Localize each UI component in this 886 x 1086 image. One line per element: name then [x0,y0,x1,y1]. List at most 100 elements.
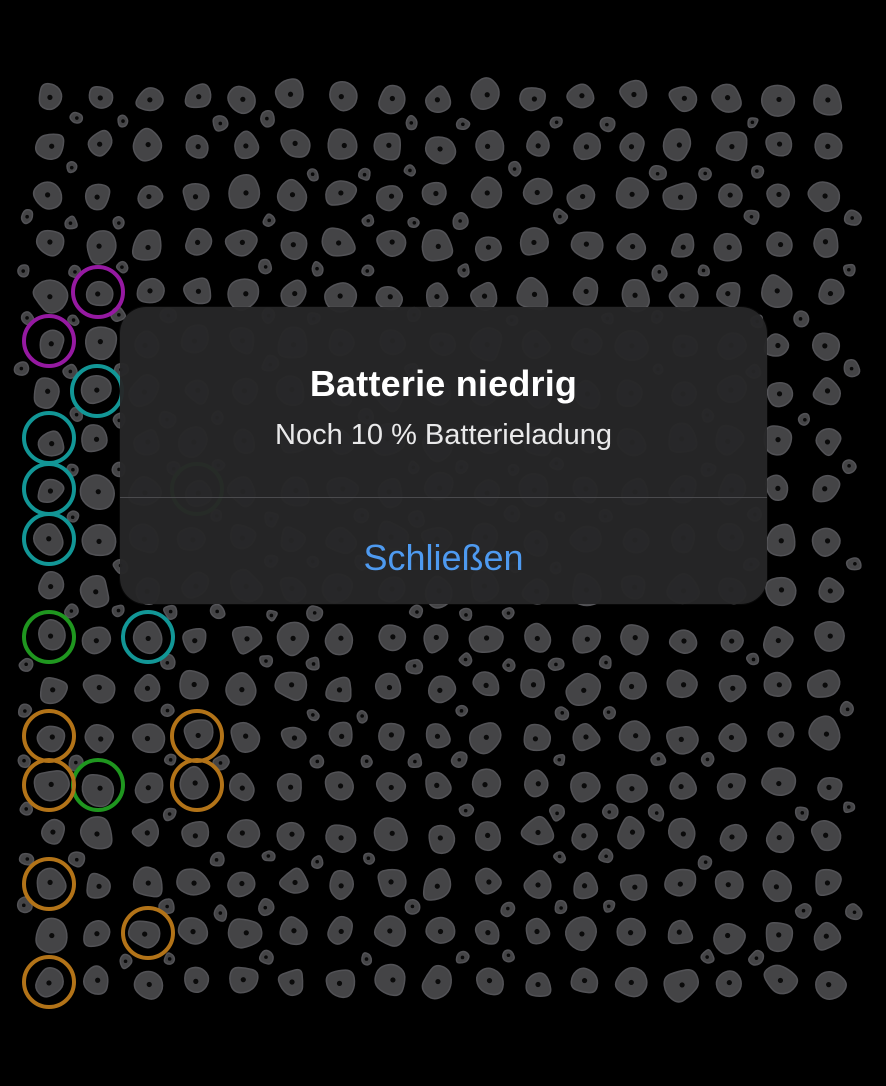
hold [475,867,502,895]
hold [425,85,452,113]
small-hold [311,855,324,869]
small-hold [262,213,276,227]
small-hold [64,215,78,230]
hold [570,771,601,803]
small-hold [306,605,324,622]
hold [274,671,308,702]
small-hold [748,949,765,966]
small-hold [843,209,862,226]
hold [81,524,117,557]
hold [32,279,69,314]
hold [227,871,256,898]
hold [766,231,793,257]
hold [36,867,67,900]
hold [523,869,552,899]
hold [668,86,698,113]
small-hold [407,753,423,769]
hold [184,966,210,994]
hold [137,185,164,209]
close-button[interactable]: Schließen [120,498,767,604]
small-hold [603,899,616,913]
small-hold [794,902,812,919]
hold [327,915,353,945]
small-hold [553,753,566,767]
small-hold [117,114,129,128]
small-hold [18,852,35,866]
hold [421,229,454,262]
small-hold [115,260,129,274]
hold [619,132,645,162]
hold [182,183,210,211]
hold [573,871,599,900]
small-hold [843,359,861,378]
hold [39,329,65,359]
small-hold [648,165,667,181]
hold [761,274,793,309]
hold [519,87,546,112]
small-hold [508,160,522,177]
hold [711,83,742,113]
hold [374,672,402,700]
hold [35,229,65,257]
small-hold [17,703,33,718]
hold [671,233,695,258]
hold [475,967,504,996]
hold [663,968,699,1003]
hold [616,232,647,261]
hold [572,723,601,752]
small-hold [361,214,375,227]
hold [328,721,353,747]
hold [86,230,117,265]
hold [818,577,845,603]
hold [619,874,648,901]
hold [668,629,698,655]
small-hold [13,361,30,376]
hold [470,176,503,209]
hold [231,626,263,655]
small-hold [549,116,563,129]
hold [374,963,406,997]
small-hold [841,459,857,475]
hold [36,725,66,753]
hold [184,83,212,109]
hold [806,669,841,698]
small-hold [111,604,125,618]
hold [524,769,549,798]
hold [226,819,261,848]
hold [375,185,404,212]
hold [227,918,263,949]
hold [325,824,357,853]
hold [765,576,797,607]
small-hold [452,211,469,230]
hold [470,77,500,111]
hold [763,964,799,995]
hold [765,821,795,854]
hold [813,227,839,258]
small-hold [212,115,229,132]
hold [378,84,406,115]
hold [136,277,165,304]
hold [183,277,212,305]
small-hold [745,652,760,666]
hold [425,771,452,800]
small-hold [309,754,325,769]
small-hold [306,709,320,722]
hold [718,674,747,703]
small-hold [119,953,133,970]
small-hold [794,806,809,821]
small-hold [845,903,863,921]
hold [325,969,356,999]
hold [666,669,698,699]
small-hold [743,209,760,225]
hold [421,964,452,1000]
hold [762,869,792,903]
small-hold [17,754,31,769]
small-hold [458,803,475,817]
hold [474,919,500,945]
hold [566,83,595,109]
hold [808,715,841,751]
hold [227,278,260,312]
small-hold [552,208,569,225]
small-hold [163,952,176,965]
small-hold [160,703,175,718]
